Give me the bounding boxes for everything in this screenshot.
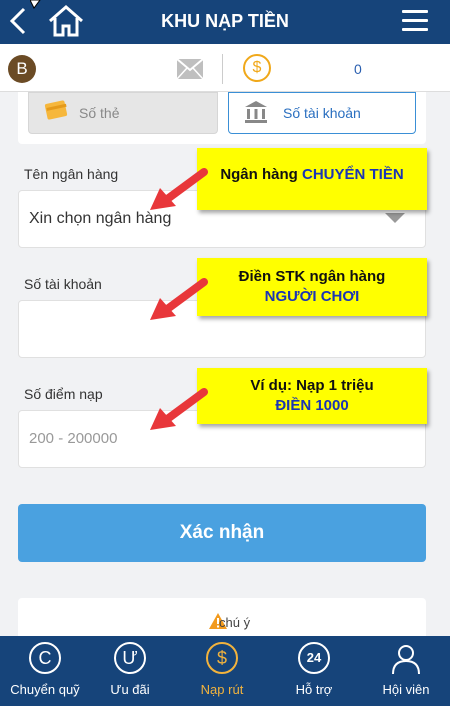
transfer-icon: C [29,642,61,674]
method-card-number[interactable]: Số thẻ [28,92,218,134]
support-24-icon: 24 [298,642,330,674]
callout-points-text: Ví dụ: Nạp 1 triệu [250,377,374,394]
balance-value: 0 [354,61,362,77]
bank-name-label: Tên ngân hàng [24,166,119,182]
cursor-icon [30,0,41,9]
notice-text: chú ý [219,615,251,630]
method-card-label: Số thẻ [79,105,120,121]
callout-bank-text: Ngân hàng [220,166,302,183]
bank-icon [245,101,267,123]
callout-account-text: Điền STK ngân hàng [238,268,386,285]
account-number-label: Số tài khoản [24,276,102,292]
page-title: KHU NẠP TIỀN [161,11,289,31]
method-selector: Số thẻ Số tài khoản [18,92,426,144]
chevron-down-icon [385,213,405,223]
nav-item-promotions[interactable]: Ư Ưu đãi [85,636,175,706]
card-icon [44,100,68,120]
callout-bank-highlight: CHUYỂN TIỀN [301,166,404,183]
nav-item-member[interactable]: Hội viên [361,636,450,706]
arrow-bank-icon [150,168,208,210]
method-bank-account[interactable]: Số tài khoản [228,92,416,134]
user-level-badge: B [8,55,36,83]
top-header: KHU NẠP TIỀN [0,0,450,44]
nav-label-transfer: Chuyển quỹ [10,682,80,697]
nav-label-member: Hội viên [382,682,430,697]
promotions-icon: Ư [114,642,146,674]
arrow-account-icon [150,278,208,320]
mail-icon[interactable] [176,58,204,80]
callout-bank-transfer: Ngân hàng CHUYỂN TIỀN [197,148,427,210]
nav-item-transfer[interactable]: C Chuyển quỹ [0,636,90,706]
account-infobar: B $ 0 [0,44,450,92]
menu-icon[interactable] [402,10,428,32]
nav-label-promotions: Ưu đãi [110,682,150,697]
bottom-nav: C Chuyển quỹ Ư Ưu đãi $ Nạp rút 24 Hỗ tr… [0,636,450,706]
callout-points-highlight: ĐIỀN 1000 [275,397,349,414]
callout-points-example: Ví dụ: Nạp 1 triệu ĐIỀN 1000 [197,368,427,424]
method-bank-label: Số tài khoản [283,105,361,121]
member-icon [392,645,420,675]
points-placeholder: 200 - 200000 [29,430,118,447]
arrow-points-icon [150,388,208,430]
coin-icon: $ [243,54,271,82]
callout-account-number: Điền STK ngân hàng NGƯỜI CHƠI [197,258,427,316]
infobar-divider [222,54,223,84]
confirm-button[interactable]: Xác nhận [18,504,426,562]
nav-label-support: Hỗ trợ [295,682,333,697]
nav-item-deposit[interactable]: $ Nạp rút [177,636,267,706]
nav-label-deposit: Nạp rút [200,682,244,697]
deposit-icon: $ [206,642,238,674]
callout-account-highlight: NGƯỜI CHƠI [264,288,360,305]
points-label: Số điểm nạp [24,386,103,402]
nav-item-support[interactable]: 24 Hỗ trợ [269,636,359,706]
